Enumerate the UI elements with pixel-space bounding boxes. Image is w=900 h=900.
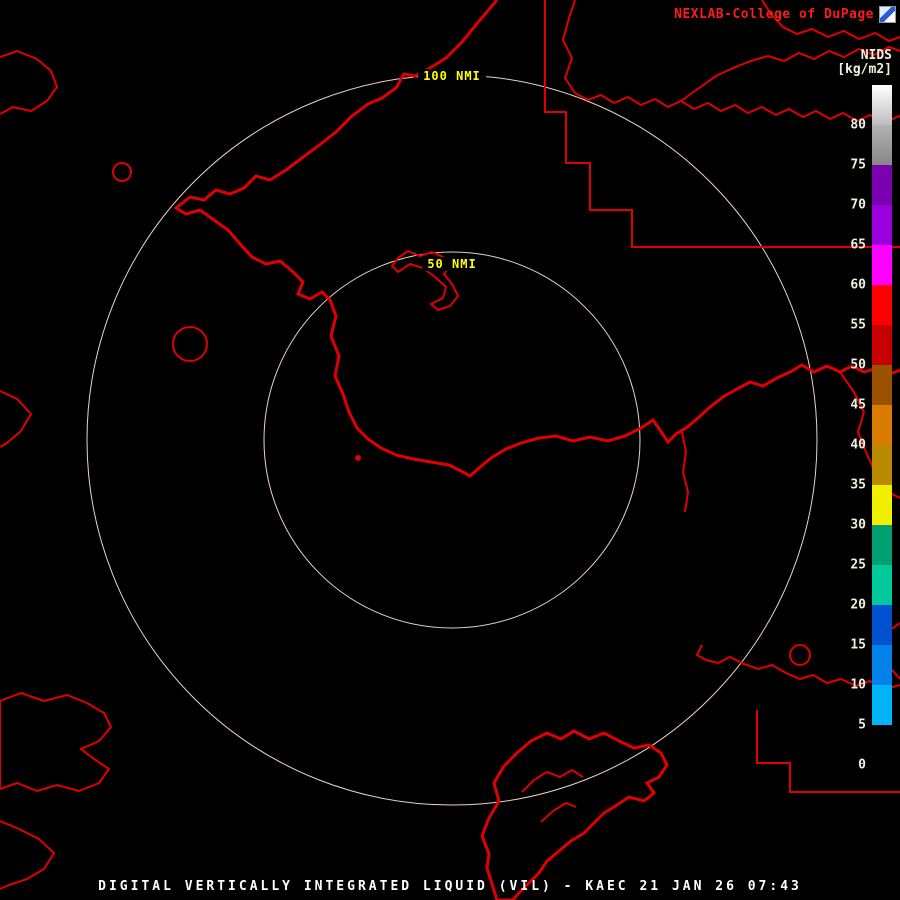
- colorbar-tick: 25: [850, 557, 866, 573]
- range-ring-100nmi: [86, 74, 818, 806]
- colorbar-segment: [872, 165, 892, 205]
- colorbar-segment: [872, 205, 892, 245]
- colorbar-segment: [872, 285, 892, 325]
- colorbar-segment: [872, 85, 892, 125]
- island-interior-line-1: [521, 768, 584, 793]
- colorbar-segment: [872, 365, 892, 405]
- colorbar-tick: 35: [850, 477, 866, 493]
- colorbar-segment: [872, 765, 892, 790]
- small-lake-upper-left: [112, 162, 132, 182]
- legend-header: NIDS [kg/m2]: [760, 49, 892, 77]
- colorbar-tick: 5: [858, 717, 866, 733]
- colorbar-ticks: 80 75 70 65 60 55 50 45 40 35 30 25 20 15 10 5 0: [832, 0, 866, 900]
- colorbar-segment: [872, 325, 892, 365]
- radar-screen: { "header": { "brand": "NEXLAB-College o…: [0, 0, 900, 900]
- colorbar-segment: [872, 245, 892, 285]
- range-ring-label-50nmi: 50 NMI: [422, 257, 482, 271]
- colorbar-segment: [872, 565, 892, 605]
- colorbar-tick: 45: [850, 397, 866, 413]
- brand-text: NEXLAB-College of DuPage: [674, 7, 874, 22]
- colorbar-tick: 55: [850, 317, 866, 333]
- coastline-left-top: [0, 49, 59, 115]
- nexlab-logo-icon: [879, 6, 896, 23]
- river-inlet: [681, 431, 690, 513]
- colorbar-segment: [872, 125, 892, 165]
- colorbar-segment: [872, 485, 892, 525]
- colorbar-segment: [872, 725, 892, 765]
- colorbar-segment: [872, 685, 892, 725]
- product-title: DIGITAL VERTICALLY INTEGRATED LIQUID (VI…: [98, 879, 802, 894]
- colorbar: [872, 85, 892, 790]
- colorbar-tick: 30: [850, 517, 866, 533]
- small-island-center: [355, 455, 361, 461]
- colorbar-segment: [872, 405, 892, 445]
- range-ring-label-100nmi: 100 NMI: [418, 69, 486, 83]
- colorbar-tick: 0: [858, 757, 866, 773]
- colorbar-tick: 80: [850, 117, 866, 133]
- legend-units: [kg/m2]: [837, 62, 892, 77]
- small-lake-left: [172, 326, 208, 362]
- colorbar-tick: 65: [850, 237, 866, 253]
- colorbar-segment: [872, 445, 892, 485]
- coastline-bottom-right: [695, 644, 900, 691]
- brand: NEXLAB-College of DuPage: [674, 6, 896, 23]
- coastline-south-island: [480, 729, 669, 900]
- colorbar-tick: 70: [850, 197, 866, 213]
- colorbar-tick: 75: [850, 157, 866, 173]
- small-lake-right: [789, 644, 811, 666]
- island-interior-line-2: [540, 801, 577, 823]
- colorbar-tick: 20: [850, 597, 866, 613]
- colorbar-tick: 15: [850, 637, 866, 653]
- colorbar-segment: [872, 645, 892, 685]
- colorbar-segment: [872, 605, 892, 645]
- colorbar-tick: 10: [850, 677, 866, 693]
- legend-title: NIDS: [860, 48, 892, 63]
- colorbar-segment: [872, 525, 892, 565]
- colorbar-tick: 50: [850, 357, 866, 373]
- colorbar-tick: 40: [850, 437, 866, 453]
- coastline-left-middle: [0, 390, 33, 448]
- colorbar-tick: 60: [850, 277, 866, 293]
- coastline-left-bottom: [0, 691, 113, 793]
- radar-map: [0, 0, 900, 900]
